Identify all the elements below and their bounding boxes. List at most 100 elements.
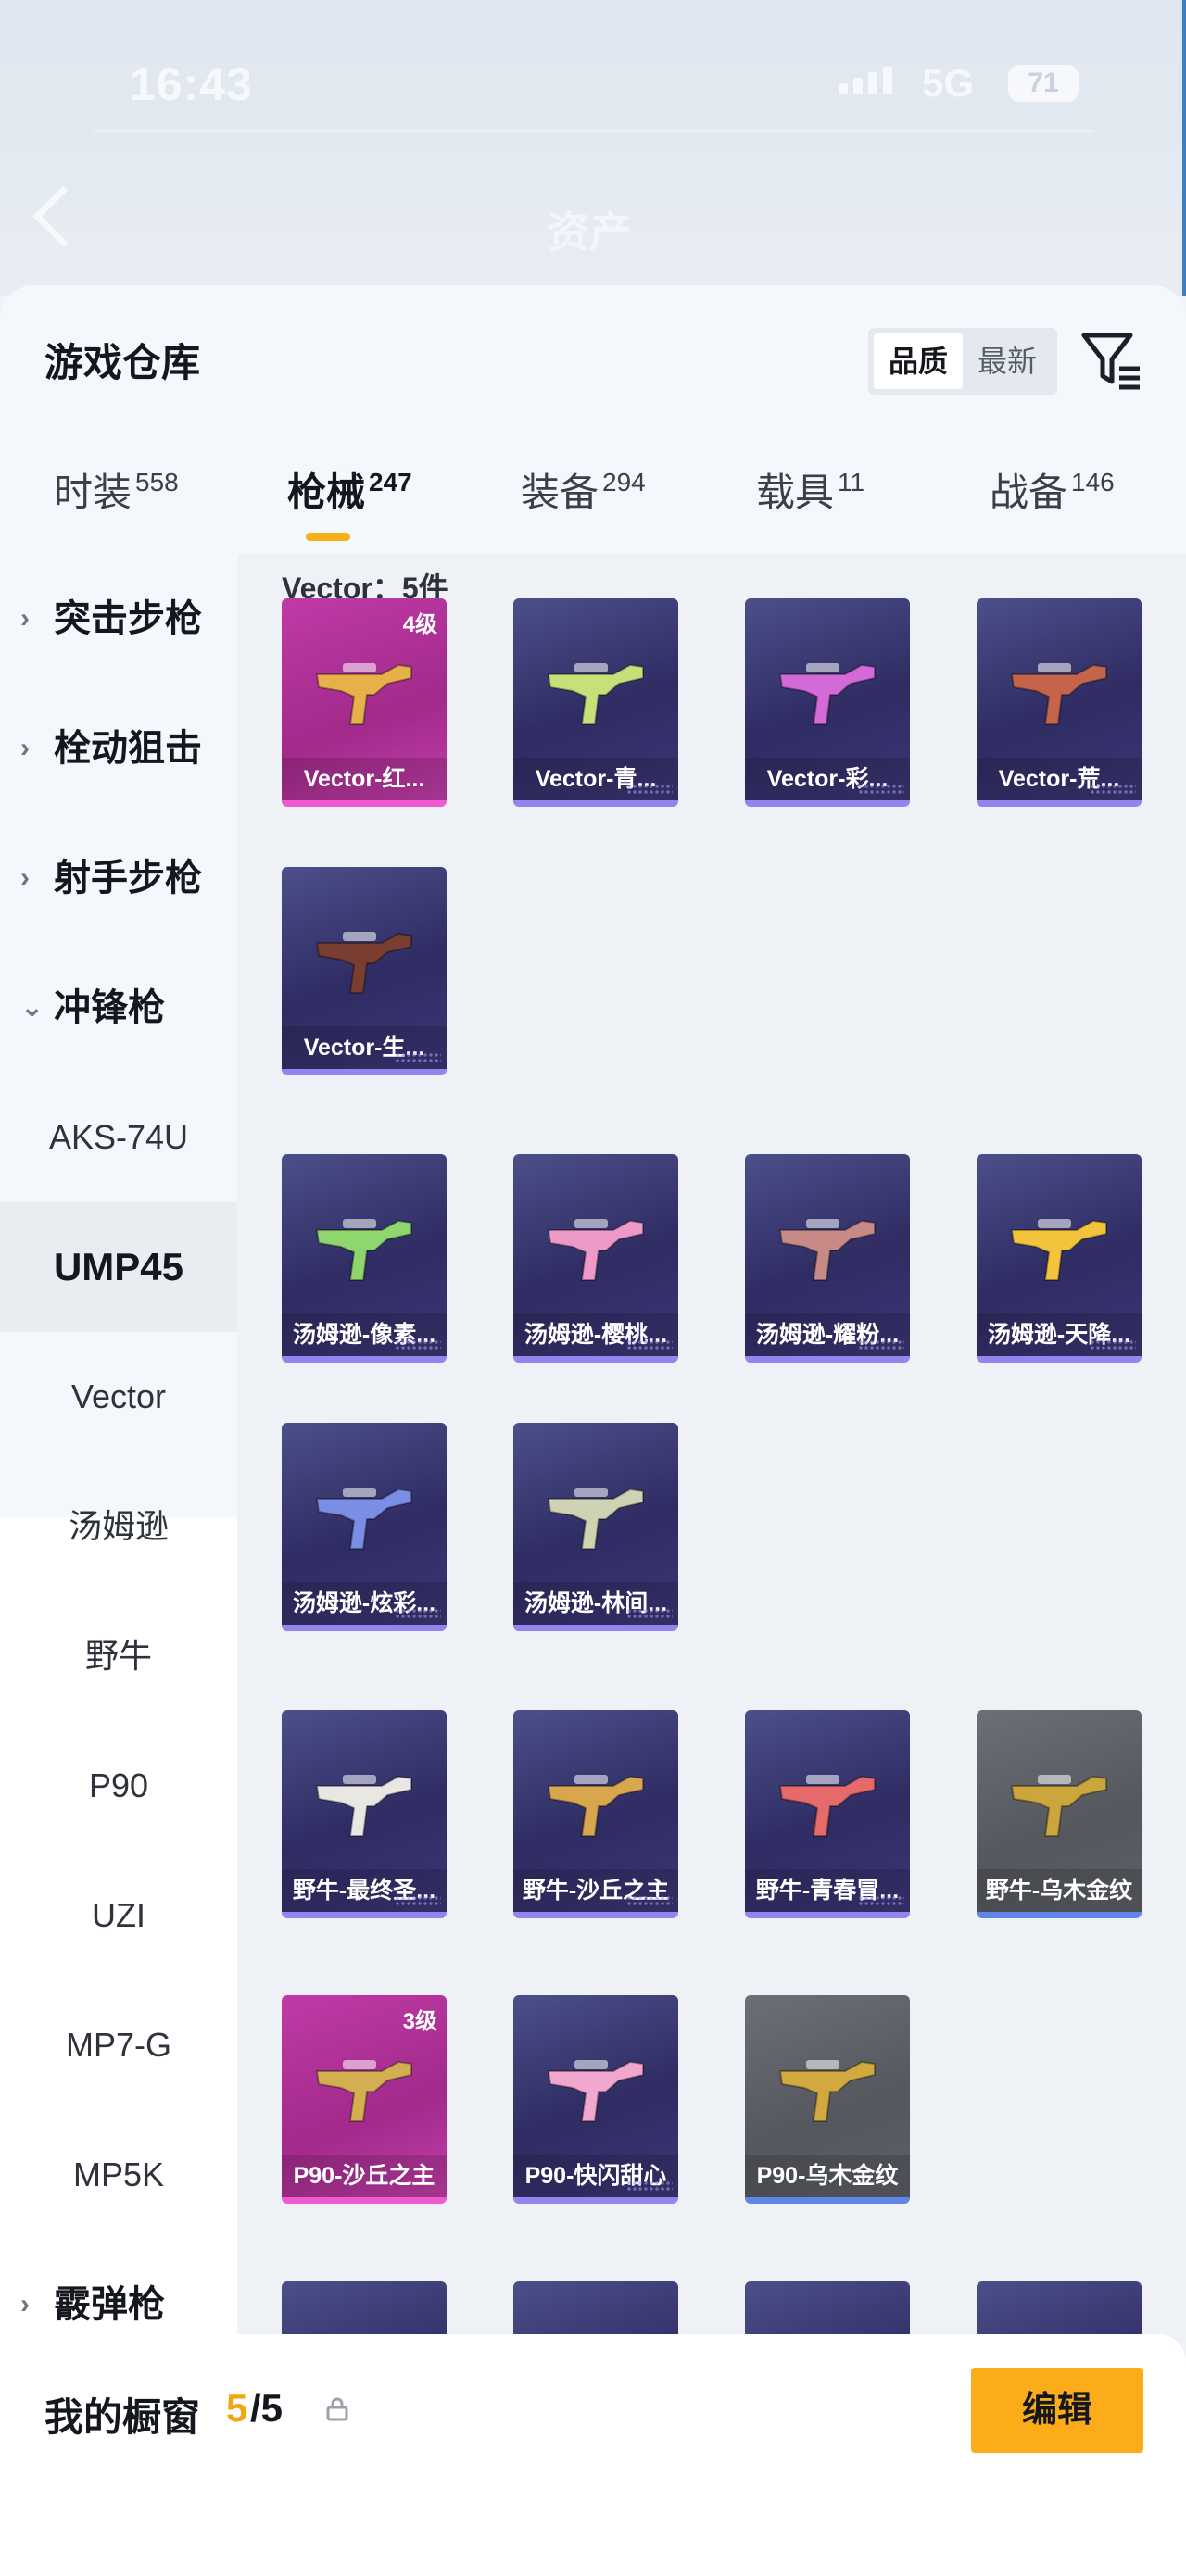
status-time: 16:43 [130, 58, 253, 110]
gun-icon [315, 1775, 412, 1837]
sidebar-item-label: AKS-74U [48, 1118, 189, 1156]
tab-label: 枪械 [287, 471, 366, 514]
gun-icon [778, 1219, 876, 1281]
back-arrow-icon[interactable] [32, 185, 95, 247]
status-and-header: 16:43 5G 71 资产 [0, 0, 1186, 296]
weapon-name: Vector-红... [282, 758, 447, 800]
weapon-card[interactable]: 汤姆逊-炫彩... [282, 1423, 447, 1631]
weapon-card[interactable]: 汤姆逊-樱桃... [513, 1154, 678, 1363]
tab-count: 247 [369, 468, 412, 496]
tab-fashion[interactable]: 时装 558 [54, 461, 179, 518]
gun-icon [547, 1488, 644, 1550]
weapon-card[interactable]: Vector-荒... [977, 598, 1142, 807]
weapon-card[interactable]: Vector-生... [282, 867, 447, 1075]
level-badge: 3级 [402, 2009, 437, 2034]
pattern-decoration [1090, 1339, 1136, 1351]
gun-icon [547, 1775, 644, 1837]
sort-quality[interactable]: 品质 [874, 333, 963, 389]
weapon-card[interactable]: 野牛-最终圣... [282, 1710, 447, 1918]
pattern-decoration [395, 1052, 441, 1063]
showcase-bar: 我的橱窗 5 /5 编辑 [0, 2334, 1186, 2576]
weapon-card[interactable]: 汤姆逊-林间... [513, 1423, 678, 1631]
weapon-grid: Vector：5件 4级 Vector-红... Vector-青... Vector-… [237, 554, 1186, 2576]
weapon-card[interactable]: 汤姆逊-耀粉... [745, 1154, 910, 1363]
sidebar-item-label: MP5K [72, 2155, 165, 2193]
sidebar-item[interactable]: › 射手步枪 [0, 813, 237, 943]
sort-toggle[interactable]: 品质 最新 [868, 328, 1057, 395]
gun-icon [778, 663, 876, 725]
weapon-card[interactable]: Vector-彩... [745, 598, 910, 807]
sidebar-item[interactable]: › 突击步枪 [0, 554, 237, 684]
sidebar-item[interactable]: MP5K [0, 2110, 237, 2240]
sidebar-item[interactable]: ⌄ 冲锋枪 [0, 943, 237, 1073]
weapon-card[interactable]: 汤姆逊-像素... [282, 1154, 447, 1363]
weapon-card[interactable]: 野牛-青春冒... [745, 1710, 910, 1918]
weapon-card[interactable]: P90-快闪甜心 [513, 1995, 678, 2204]
divider [93, 130, 1093, 132]
gun-icon [547, 2060, 644, 2122]
sidebar-item-label: P90 [88, 1766, 149, 1804]
weapon-sidebar: › 突击步枪 › 栓动狙击 › 射手步枪 ⌄ 冲锋枪 AKS-74U UMP45 Vector 汤姆逊… [0, 554, 237, 2576]
pattern-decoration [626, 2180, 673, 2192]
tab-count: 558 [135, 468, 179, 496]
sidebar-item-label: UZI [92, 1896, 145, 1934]
tab-tactical[interactable]: 战备 146 [990, 461, 1115, 518]
tab-equipment[interactable]: 装备 294 [521, 461, 646, 518]
sidebar-item[interactable]: Vector [0, 1332, 237, 1462]
gun-icon [547, 663, 644, 725]
tab-vehicles[interactable]: 载具 11 [756, 461, 864, 518]
pattern-decoration [626, 784, 673, 795]
showcase-label: 我的橱窗 [44, 2395, 201, 2439]
chevron-right-icon: › [20, 862, 30, 893]
sidebar-item[interactable]: 汤姆逊 [0, 1462, 237, 1591]
chevron-down-icon: ⌄ [20, 992, 44, 1023]
sidebar-item[interactable]: MP7-G [0, 1980, 237, 2110]
weapon-name: P90-沙丘之主 [282, 2155, 447, 2197]
gun-icon [1010, 663, 1107, 725]
sidebar-item-label: Vector [70, 1377, 167, 1415]
tab-label: 载具 [756, 471, 835, 514]
sidebar-item-label: 冲锋枪 [54, 987, 165, 1028]
weapon-card[interactable]: P90-乌木金纹 [745, 1995, 910, 2204]
pattern-decoration [395, 1608, 441, 1619]
tab-count: 294 [602, 468, 646, 496]
sidebar-item-label: 射手步枪 [54, 858, 202, 898]
sidebar-item-label: 栓动狙击 [54, 728, 202, 769]
weapon-card[interactable]: 野牛-乌木金纹 [977, 1710, 1142, 1918]
chevron-right-icon: › [20, 603, 30, 634]
weapon-name: 野牛-乌木金纹 [977, 1869, 1142, 1912]
signal-icon [839, 67, 892, 94]
gun-icon [547, 1219, 644, 1281]
weapon-card[interactable]: 3级 P90-沙丘之主 [282, 1995, 447, 2204]
tab-label: 时装 [54, 471, 132, 514]
active-tab-indicator [306, 533, 350, 541]
sidebar-item[interactable]: UZI [0, 1851, 237, 1980]
sidebar-item[interactable]: P90 [0, 1721, 237, 1851]
sidebar-item[interactable]: › 栓动狙击 [0, 684, 237, 813]
gun-icon [315, 1488, 412, 1550]
edge-strip [1182, 0, 1186, 296]
sidebar-item[interactable]: AKS-74U [0, 1073, 237, 1202]
battery-icon: 71 [1008, 65, 1079, 102]
weapon-card[interactable]: Vector-青... [513, 598, 678, 807]
weapon-card[interactable]: 野牛-沙丘之主 [513, 1710, 678, 1918]
lock-icon [326, 2397, 348, 2421]
sidebar-item[interactable]: UMP45 [0, 1202, 237, 1332]
weapon-card[interactable]: 汤姆逊-天降... [977, 1154, 1142, 1363]
showcase-current: 5 [226, 2386, 248, 2430]
filter-icon[interactable] [1079, 328, 1143, 393]
sort-newest[interactable]: 最新 [963, 333, 1052, 389]
pattern-decoration [858, 784, 904, 795]
panel-title: 游戏仓库 [44, 341, 201, 384]
level-badge: 4级 [402, 612, 437, 637]
showcase-total: /5 [250, 2386, 284, 2430]
weapon-name: P90-乌木金纹 [745, 2155, 910, 2197]
weapon-card[interactable]: 4级 Vector-红... [282, 598, 447, 807]
sidebar-item[interactable]: 野牛 [0, 1591, 237, 1721]
gun-icon [778, 1775, 876, 1837]
edit-button[interactable]: 编辑 [971, 2368, 1143, 2453]
tab-label: 战备 [990, 471, 1068, 514]
pattern-decoration [858, 1895, 904, 1906]
tab-firearms[interactable]: 枪械 247 [287, 461, 412, 518]
gun-icon [315, 663, 412, 725]
